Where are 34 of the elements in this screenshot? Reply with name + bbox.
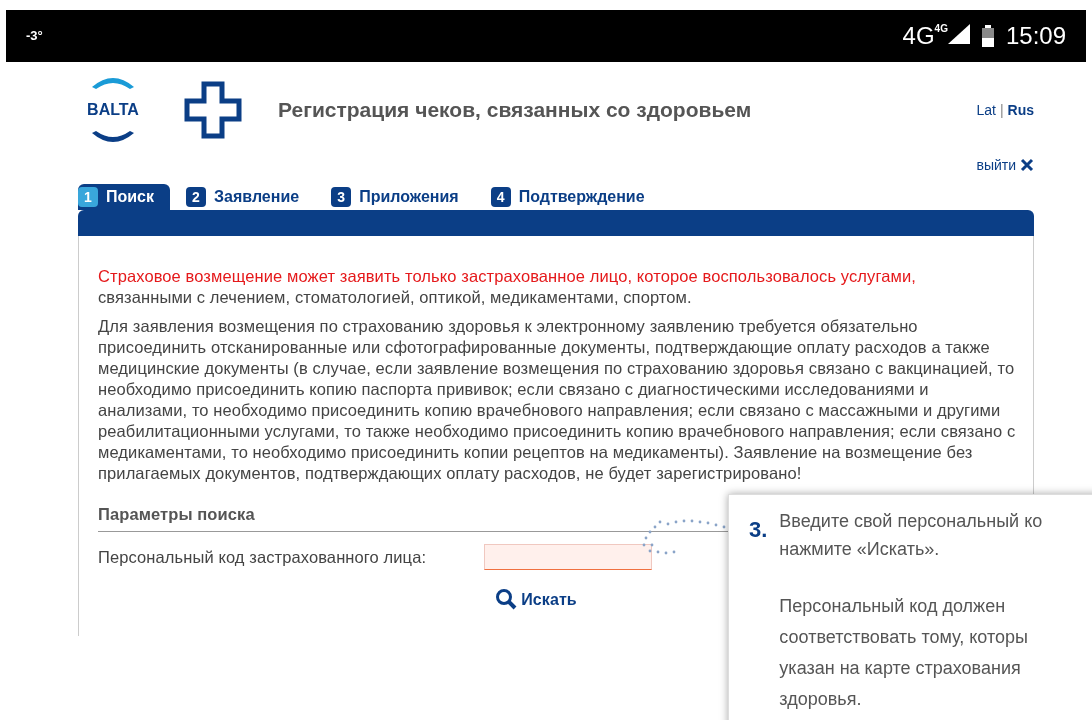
- network-small-text: 4G: [934, 24, 948, 34]
- logout-link[interactable]: выйти: [976, 154, 1016, 176]
- step-tab[interactable]: 3 Приложения: [331, 184, 475, 210]
- step-number: 1: [78, 187, 98, 207]
- clock-text: 15:09: [1005, 24, 1066, 48]
- cross-icon: [184, 81, 242, 139]
- step-tab[interactable]: 1 Поиск: [78, 184, 170, 210]
- battery-icon: [981, 25, 994, 47]
- step-tab[interactable]: 4 Подтверждение: [490, 184, 661, 210]
- step-tab[interactable]: 2 Заявление: [186, 184, 316, 210]
- search-icon: [495, 588, 518, 610]
- language-link[interactable]: Lat: [976, 99, 996, 121]
- field-label: Персональный код застрахованного лица:: [98, 546, 428, 568]
- signal-icon: [947, 24, 970, 44]
- step-number: 4: [490, 187, 511, 207]
- warning-text: Страховое возмещение может заявить только застрахованное лицо, которое воспользовалось услугами,: [98, 266, 917, 287]
- network-text: 4G: [902, 24, 935, 48]
- step-number: 3: [331, 187, 352, 207]
- page-title: Регистрация чеков, связанных со здоровьем: [278, 97, 752, 124]
- language-link[interactable]: Rus: [1007, 99, 1034, 121]
- close-icon[interactable]: [1020, 158, 1034, 172]
- notice-text: связанными с лечением, стоматологией, оптикой, медикаментами, спортом.: [98, 287, 693, 308]
- tooltip-note: здоровья.: [779, 688, 863, 711]
- logo-text: BALTA: [87, 102, 139, 118]
- personal-code-input[interactable]: [484, 544, 652, 570]
- tooltip-note: указан на карте страхования: [779, 657, 1022, 680]
- instructions-text: Для заявления возмещения по страхованию здоровья к электронному заявлению требуется обязательно присоединить отсканированные или сфотографированные документы, подтверждающие оплату расходов а также медицинские документы (в случае, если заявление возмещения по страхованию здоровья связано с вакцинацией, то необходимо присоединить копию паспорта прививок; если связано с диагностическими исследованиями и анализами, то необходимо присоединить копию врачебнового направления; если связано с массажными и другими реабилитационными услугами, то также необходимо присоединить копию врачебнового направления; если связано с медикаментами, то необходимо присоединить копии рецептов на медикаменты). Заявление на возмещение без прилагаемых документов, подтверждающих оплату расходов, не будет зарегистрировано!: [98, 316, 1017, 484]
- tooltip-text: нажмите «Искать».: [779, 538, 941, 561]
- temperature-text: -3°: [26, 27, 43, 46]
- step-number: 2: [186, 187, 206, 207]
- tooltip-note: Персональный код должен: [779, 595, 1007, 618]
- separator-text: |: [999, 100, 1004, 120]
- search-button[interactable]: Искать: [495, 588, 577, 610]
- tooltip-note: соответствовать тому, которы: [779, 626, 1029, 649]
